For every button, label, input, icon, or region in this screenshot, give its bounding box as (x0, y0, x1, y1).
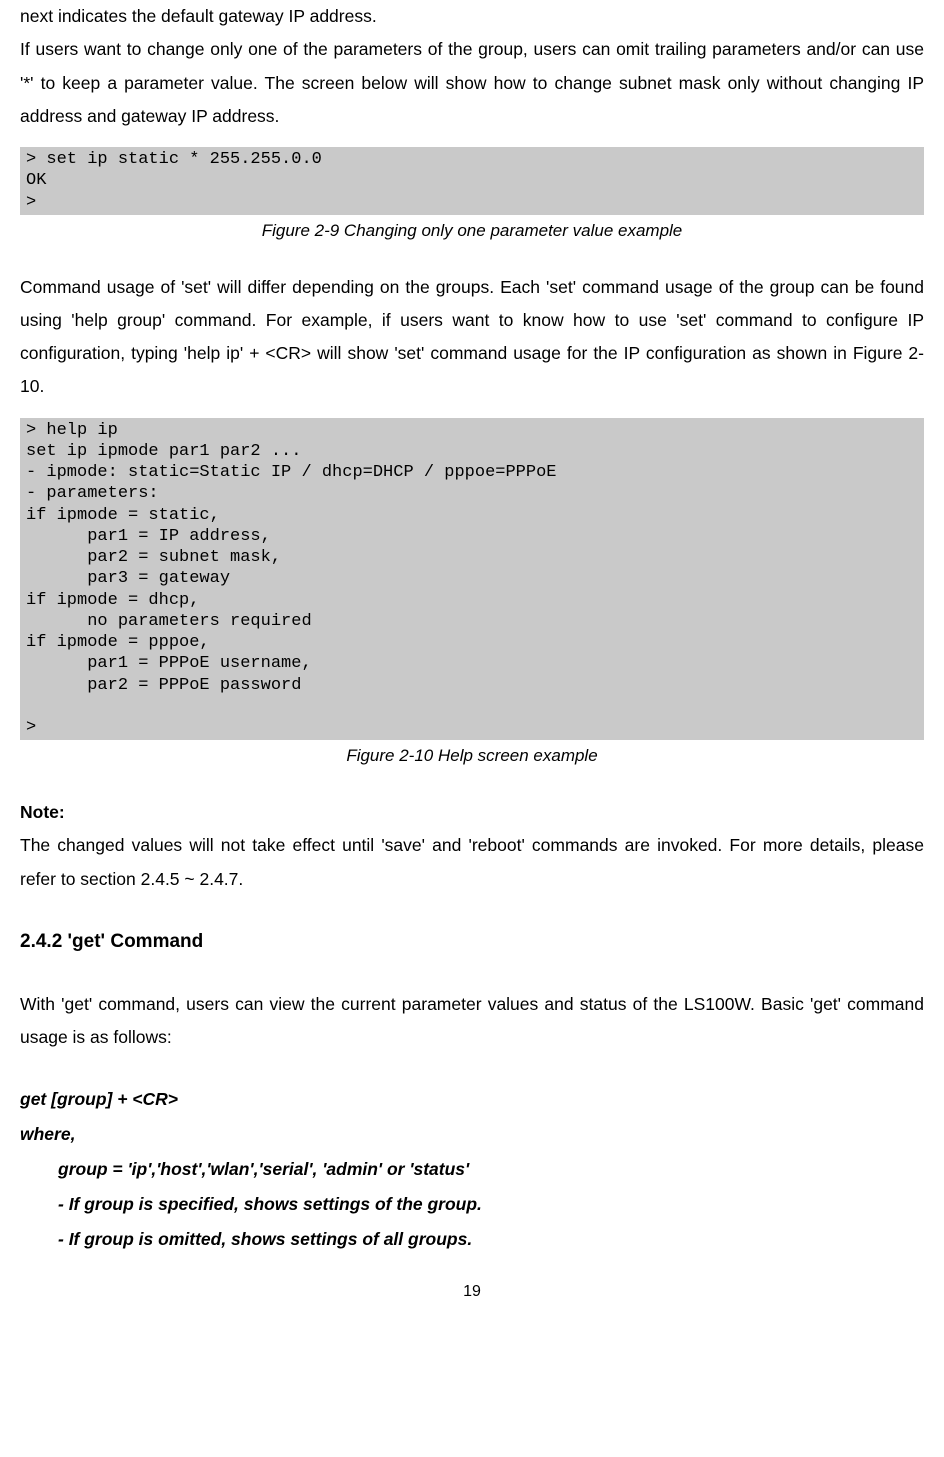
paragraph-intro: If users want to change only one of the … (20, 33, 924, 133)
code-block-help-ip: > help ip set ip ipmode par1 par2 ... - … (20, 418, 924, 741)
syntax-line-4: - If group is specified, shows settings … (20, 1187, 924, 1222)
figure-caption-2-10: Figure 2-10 Help screen example (20, 744, 924, 768)
code-block-set-ip: > set ip static * 255.255.0.0 OK > (20, 147, 924, 215)
section-heading-2-4-2: 2.4.2 'get' Command (20, 924, 924, 960)
syntax-line-2: where, (20, 1117, 924, 1152)
page-number: 19 (20, 1277, 924, 1307)
note-text: The changed values will not take effect … (20, 829, 924, 896)
syntax-line-3: group = 'ip','host','wlan','serial', 'ad… (20, 1152, 924, 1187)
paragraph-get: With 'get' command, users can view the c… (20, 988, 924, 1055)
syntax-block: get [group] + <CR> where, group = 'ip','… (20, 1082, 924, 1257)
paragraph-intro-line: next indicates the default gateway IP ad… (20, 0, 924, 33)
paragraph-usage: Command usage of 'set' will differ depen… (20, 271, 924, 404)
syntax-line-1: get [group] + <CR> (20, 1082, 924, 1117)
note-heading: Note: (20, 796, 924, 829)
syntax-line-5: - If group is omitted, shows settings of… (20, 1222, 924, 1257)
figure-caption-2-9: Figure 2-9 Changing only one parameter v… (20, 219, 924, 243)
